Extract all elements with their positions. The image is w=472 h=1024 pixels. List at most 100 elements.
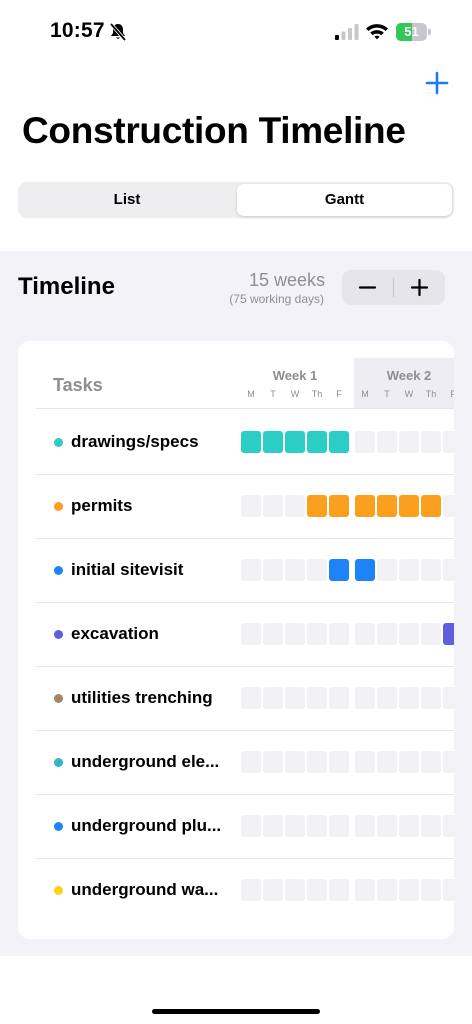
gantt-empty-cell bbox=[399, 623, 419, 645]
gantt-empty-cell bbox=[307, 751, 327, 773]
gantt-empty-cell bbox=[377, 751, 397, 773]
gantt-empty-cell bbox=[355, 431, 375, 453]
gantt-empty-cell bbox=[421, 879, 441, 901]
header-divider bbox=[36, 408, 454, 409]
gantt-empty-cell bbox=[263, 623, 283, 645]
gantt-empty-cell bbox=[399, 751, 419, 773]
gantt-empty-cell bbox=[307, 687, 327, 709]
gantt-empty-cell bbox=[307, 559, 327, 581]
gantt-empty-cell bbox=[443, 879, 454, 901]
gantt-empty-cell bbox=[329, 879, 349, 901]
gantt-bar-cell bbox=[329, 495, 349, 517]
day-label: M bbox=[247, 389, 255, 399]
gantt-empty-cell bbox=[399, 431, 419, 453]
task-row[interactable]: initial sitevisit bbox=[18, 538, 454, 603]
task-color-dot bbox=[54, 630, 63, 639]
gantt-bar-cell bbox=[377, 495, 397, 517]
task-row[interactable]: permits bbox=[18, 474, 454, 539]
gantt-empty-cell bbox=[241, 815, 261, 837]
task-color-dot bbox=[54, 694, 63, 703]
status-time: 10:57 bbox=[50, 19, 105, 42]
task-color-dot bbox=[54, 502, 63, 511]
gantt-bar-cell bbox=[355, 559, 375, 581]
gantt-empty-cell bbox=[443, 687, 454, 709]
gantt-empty-cell bbox=[241, 879, 261, 901]
gantt-empty-cell bbox=[377, 815, 397, 837]
decrement-weeks-button[interactable] bbox=[342, 270, 393, 305]
gantt-empty-cell bbox=[399, 687, 419, 709]
day-label: F bbox=[450, 389, 454, 399]
gantt-chart-card: Tasks Week 1 M T W Th F Week 2 M T W Th Fdrawings/s… bbox=[18, 341, 454, 939]
gantt-empty-cell bbox=[329, 623, 349, 645]
gantt-bar-cell bbox=[307, 495, 327, 517]
task-name: underground plu... bbox=[71, 816, 222, 835]
gantt-empty-cell bbox=[399, 559, 419, 581]
task-row[interactable]: underground wa... bbox=[18, 858, 454, 922]
gantt-empty-cell bbox=[241, 623, 261, 645]
gantt-empty-cell bbox=[399, 815, 419, 837]
gantt-empty-cell bbox=[421, 431, 441, 453]
task-row[interactable]: underground plu... bbox=[18, 794, 454, 859]
gantt-bar-cell bbox=[263, 431, 283, 453]
gantt-empty-cell bbox=[377, 431, 397, 453]
task-row[interactable]: underground ele... bbox=[18, 730, 454, 795]
cellular-signal-icon bbox=[335, 24, 359, 40]
weeks-stepper bbox=[342, 270, 445, 305]
task-name: underground ele... bbox=[71, 752, 220, 771]
gantt-empty-cell bbox=[263, 687, 283, 709]
segment-list[interactable]: List bbox=[20, 184, 234, 216]
task-row[interactable]: utilities trenching bbox=[18, 666, 454, 731]
gantt-empty-cell bbox=[443, 815, 454, 837]
gantt-empty-cell bbox=[285, 559, 305, 581]
bell-slash-icon bbox=[109, 22, 127, 42]
week-band bbox=[354, 358, 454, 408]
add-button[interactable] bbox=[422, 68, 452, 98]
gantt-empty-cell bbox=[377, 687, 397, 709]
gantt-bar-cell bbox=[421, 495, 441, 517]
gantt-empty-cell bbox=[443, 559, 454, 581]
gantt-empty-cell bbox=[263, 879, 283, 901]
day-label: W bbox=[290, 389, 300, 399]
gantt-bar-cell bbox=[329, 431, 349, 453]
week-label: Week 2 bbox=[386, 368, 432, 383]
gantt-empty-cell bbox=[329, 687, 349, 709]
gantt-empty-cell bbox=[377, 623, 397, 645]
gantt-empty-cell bbox=[263, 559, 283, 581]
task-row[interactable]: drawings/specs bbox=[18, 410, 454, 475]
gantt-empty-cell bbox=[329, 815, 349, 837]
week-label: Week 1 bbox=[272, 368, 318, 383]
gantt-empty-cell bbox=[355, 879, 375, 901]
gantt-bar-cell bbox=[241, 431, 261, 453]
week-band bbox=[240, 358, 350, 408]
gantt-empty-cell bbox=[307, 879, 327, 901]
gantt-bar-cell bbox=[399, 495, 419, 517]
task-row[interactable]: excavation bbox=[18, 602, 454, 667]
gantt-empty-cell bbox=[241, 495, 261, 517]
segment-gantt[interactable]: Gantt bbox=[237, 184, 452, 216]
gantt-bar-cell bbox=[355, 495, 375, 517]
gantt-empty-cell bbox=[241, 559, 261, 581]
gantt-empty-cell bbox=[421, 751, 441, 773]
gantt-empty-cell bbox=[307, 815, 327, 837]
gantt-empty-cell bbox=[443, 431, 454, 453]
status-bar: 10:57 51 bbox=[0, 0, 472, 64]
tasks-column-header: Tasks bbox=[53, 375, 103, 395]
gantt-empty-cell bbox=[399, 879, 419, 901]
gantt-empty-cell bbox=[285, 879, 305, 901]
gantt-empty-cell bbox=[307, 623, 327, 645]
gantt-empty-cell bbox=[355, 687, 375, 709]
weeks-count: 15 weeks bbox=[248, 270, 325, 290]
wifi-icon bbox=[366, 24, 388, 40]
gantt-empty-cell bbox=[421, 815, 441, 837]
task-color-dot bbox=[54, 438, 63, 447]
day-label: Th bbox=[425, 389, 437, 399]
battery-level: 51 bbox=[404, 24, 419, 39]
increment-weeks-button[interactable] bbox=[394, 270, 445, 305]
gantt-empty-cell bbox=[421, 559, 441, 581]
gantt-empty-cell bbox=[355, 623, 375, 645]
day-label: T bbox=[270, 389, 276, 399]
day-label: F bbox=[336, 389, 342, 399]
gantt-empty-cell bbox=[285, 751, 305, 773]
gantt-empty-cell bbox=[443, 495, 454, 517]
gantt-bar-cell bbox=[329, 559, 349, 581]
